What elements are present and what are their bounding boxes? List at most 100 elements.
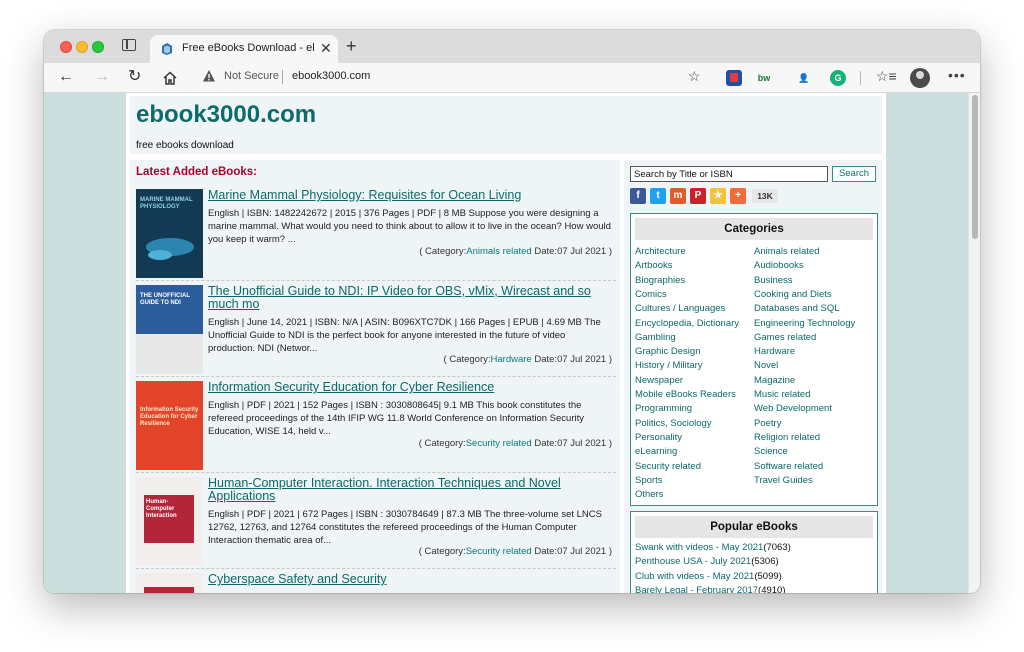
- more-menu-icon[interactable]: •••: [948, 67, 966, 83]
- maximize-window-button[interactable]: [92, 41, 104, 53]
- book-title-link[interactable]: Cyberspace Safety and Security: [208, 573, 613, 586]
- book-title-link[interactable]: Information Security Education for Cyber…: [208, 381, 613, 394]
- popular-item: Penthouse USA - July 2021(5306): [635, 556, 779, 567]
- favicon-icon: [162, 43, 172, 55]
- minimize-window-button[interactable]: [76, 41, 88, 53]
- book-title-link[interactable]: Human-Computer Interaction. Interaction …: [208, 477, 613, 503]
- profile-avatar[interactable]: [910, 68, 930, 88]
- category-link[interactable]: Poetry: [754, 418, 781, 429]
- category-link[interactable]: Cultures / Languages: [635, 303, 725, 314]
- category-link[interactable]: Gambling: [635, 332, 676, 343]
- meta-prefix: ( Category:: [418, 546, 466, 557]
- category-link[interactable]: Animals related: [466, 246, 531, 257]
- category-link[interactable]: Programming: [635, 403, 692, 414]
- category-link[interactable]: Sports: [635, 475, 662, 486]
- facebook-share-icon[interactable]: f: [630, 188, 646, 204]
- ext-red-icon[interactable]: [726, 70, 742, 86]
- site-title[interactable]: ebook3000.com: [136, 101, 316, 129]
- cover-illustration: [146, 238, 194, 260]
- category-link[interactable]: Hardware: [491, 354, 532, 365]
- meta-prefix: ( Category:: [419, 246, 467, 257]
- ext-bw-icon[interactable]: bw: [756, 70, 772, 86]
- meta-date: Date:07 Jul 2021 ): [531, 246, 612, 257]
- popular-item-link[interactable]: Penthouse USA - July 2021: [635, 556, 751, 567]
- address-separator: [282, 70, 283, 84]
- page-scrollbar[interactable]: [968, 93, 980, 593]
- ext-person-icon[interactable]: 👤: [796, 70, 812, 86]
- popular-item-link[interactable]: Swank with videos - May 2021: [635, 542, 763, 553]
- book-cover[interactable]: [136, 573, 203, 593]
- category-link[interactable]: Security related: [466, 546, 532, 557]
- book-cover[interactable]: Information Security Education for Cyber…: [136, 381, 203, 470]
- category-link[interactable]: History / Military: [635, 360, 703, 371]
- popular-item-link[interactable]: Club with videos - May 2021: [635, 571, 754, 582]
- forward-icon[interactable]: →: [94, 67, 110, 87]
- reload-icon[interactable]: ↻: [128, 67, 141, 87]
- category-link[interactable]: Newspaper: [635, 375, 683, 386]
- category-link[interactable]: Web Development: [754, 403, 832, 414]
- back-icon[interactable]: ←: [58, 67, 74, 87]
- book-cover[interactable]: Human-Computer Interaction: [136, 477, 203, 566]
- pinterest-share-icon[interactable]: P: [690, 188, 706, 204]
- category-link[interactable]: Comics: [635, 289, 667, 300]
- home-icon[interactable]: [162, 70, 178, 86]
- book-cover[interactable]: THE UNOFFICIAL GUIDE TO NDI: [136, 285, 203, 374]
- category-link[interactable]: Security related: [635, 461, 701, 472]
- ext-grammarly-icon[interactable]: G: [830, 70, 846, 86]
- tab-actions-icon[interactable]: [122, 39, 136, 51]
- category-link[interactable]: Cooking and Diets: [754, 289, 832, 300]
- category-link[interactable]: Databases and SQL: [754, 303, 840, 314]
- book-cover[interactable]: MARINE MAMMAL PHYSIOLOGY: [136, 189, 203, 278]
- category-link[interactable]: Encyclopedia, Dictionary: [635, 318, 739, 329]
- category-link[interactable]: Engineering Technology: [754, 318, 855, 329]
- close-window-button[interactable]: [60, 41, 72, 53]
- url-text[interactable]: ebook3000.com: [292, 70, 370, 82]
- category-link[interactable]: Hardware: [754, 346, 795, 357]
- category-link[interactable]: Biographies: [635, 275, 685, 286]
- category-link[interactable]: Graphic Design: [635, 346, 700, 357]
- category-link[interactable]: Games related: [754, 332, 816, 343]
- category-link[interactable]: Religion related: [754, 432, 820, 443]
- add-favorite-icon[interactable]: ☆: [688, 68, 701, 85]
- favorites-list-icon[interactable]: ☆≡: [876, 68, 897, 85]
- category-link[interactable]: Mobile eBooks Readers: [635, 389, 736, 400]
- scroll-thumb[interactable]: [972, 95, 978, 239]
- category-link[interactable]: Business: [754, 275, 793, 286]
- categories-panel: Categories Architecture Artbooks Biographi…: [630, 213, 878, 506]
- category-link[interactable]: Music related: [754, 389, 811, 400]
- category-link[interactable]: Animals related: [754, 246, 819, 257]
- category-link[interactable]: Security related: [466, 438, 532, 449]
- meta-date: Date:07 Jul 2021 ): [531, 546, 612, 557]
- category-link[interactable]: Software related: [754, 461, 823, 472]
- category-link[interactable]: Personality: [635, 432, 682, 443]
- category-link[interactable]: Politics, Sociology: [635, 418, 712, 429]
- address-bar[interactable]: Not Secure ebook3000.com ☆: [194, 65, 714, 89]
- category-link[interactable]: Novel: [754, 360, 778, 371]
- page-container: ebook3000.com free ebooks download Lates…: [126, 93, 886, 593]
- category-link[interactable]: Travel Guides: [754, 475, 813, 486]
- new-tab-icon[interactable]: +: [346, 36, 357, 56]
- category-link[interactable]: Architecture: [635, 246, 686, 257]
- twitter-share-icon[interactable]: t: [650, 188, 666, 204]
- search-button[interactable]: Search: [832, 166, 876, 182]
- search-input[interactable]: [630, 166, 828, 182]
- book-description: English | PDF | 2021 | 152 Pages | ISBN …: [208, 400, 584, 437]
- browser-toolbar: ← → ↻ Not Secure ebook3000.com ☆ bw 👤 G …: [44, 63, 980, 93]
- category-link[interactable]: Science: [754, 446, 788, 457]
- category-link[interactable]: Artbooks: [635, 260, 673, 271]
- book-title-link[interactable]: Marine Mammal Physiology: Requisites for…: [208, 189, 613, 202]
- category-link[interactable]: Magazine: [754, 375, 795, 386]
- browser-tab[interactable]: Free eBooks Download - ebook ✕: [150, 35, 338, 63]
- tab-close-icon[interactable]: ✕: [320, 40, 332, 56]
- book-description: English | ISBN: 1482242672 | 2015 | 376 …: [208, 208, 611, 245]
- mix-share-icon[interactable]: m: [670, 188, 686, 204]
- more-share-icon[interactable]: +: [730, 188, 746, 204]
- category-link[interactable]: Audiobooks: [754, 260, 804, 271]
- favorite-share-icon[interactable]: ★: [710, 188, 726, 204]
- book-meta: ( Category:Security related Date:07 Jul …: [419, 546, 612, 557]
- book-title-link[interactable]: The Unofficial Guide to NDI: IP Video fo…: [208, 285, 613, 311]
- popular-item-link[interactable]: Barely Legal - February 2017: [635, 585, 758, 593]
- category-link[interactable]: Others: [635, 489, 664, 500]
- popular-panel: Popular eBooks Swank with videos - May 2…: [630, 511, 878, 593]
- category-link[interactable]: eLearning: [635, 446, 677, 457]
